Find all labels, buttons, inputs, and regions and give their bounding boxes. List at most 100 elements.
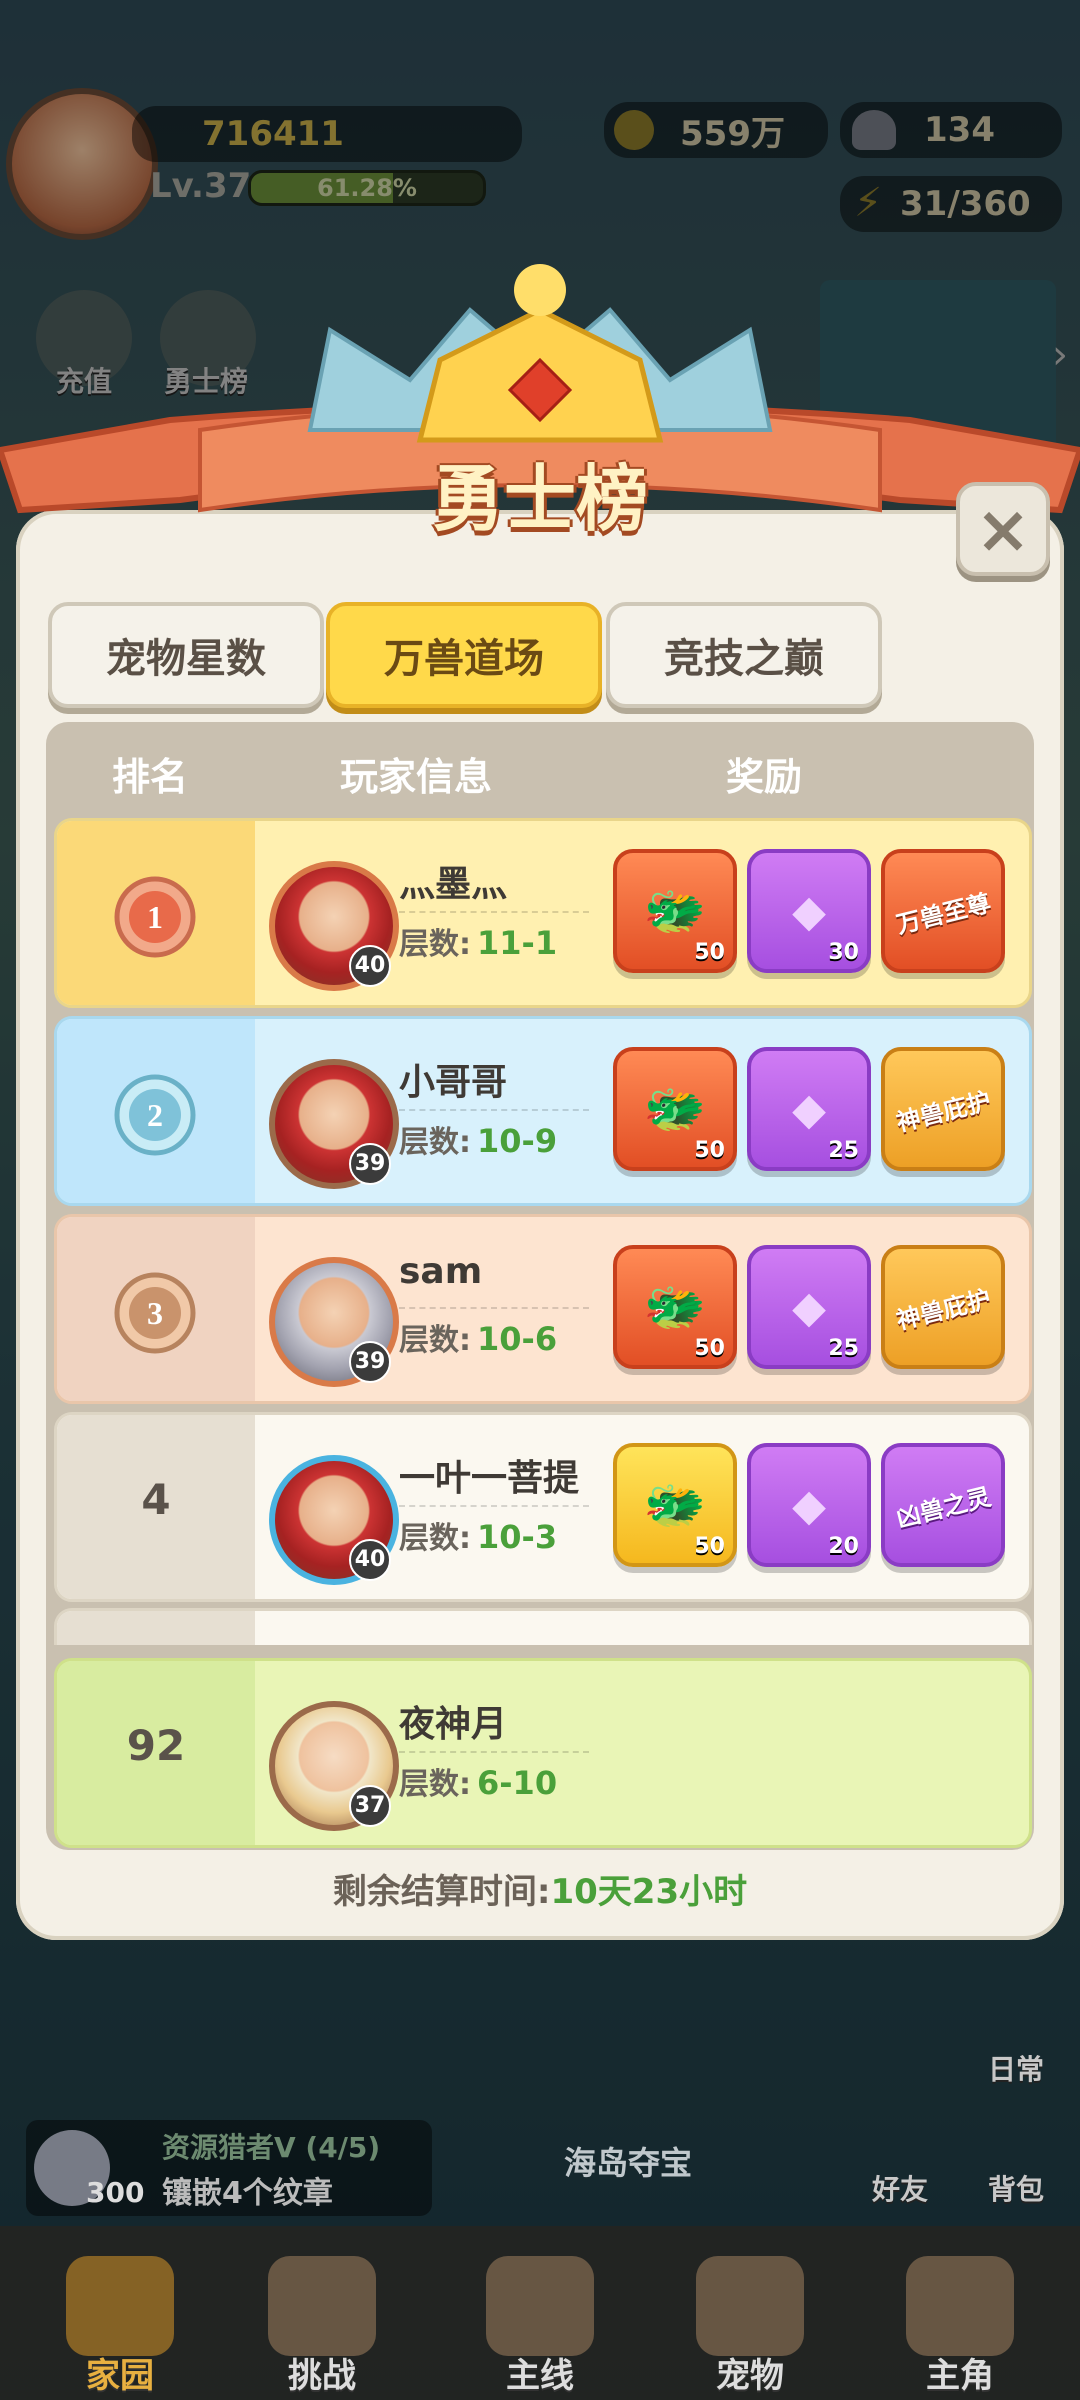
island-treasure-label[interactable]: 海岛夺宝 <box>564 2138 692 2184</box>
beast-tile-icon: ◆ <box>792 1083 826 1135</box>
close-icon: × <box>975 490 1031 568</box>
player-name: 小哥哥 <box>399 1062 508 1103</box>
floor-info: 层数: 6-10 <box>399 1759 557 1803</box>
close-button[interactable]: × <box>956 482 1050 576</box>
divider <box>399 1751 589 1753</box>
gold-medal-icon: 1 <box>114 876 196 958</box>
player-name: sam <box>399 1251 483 1292</box>
nav-home[interactable]: 家园 <box>50 2256 190 2396</box>
list-header: 排名 玩家信息 奖励 <box>46 730 1034 812</box>
player-level: 40 <box>349 945 391 987</box>
nav-label: 主线 <box>506 2356 574 2396</box>
reward-count: 50 <box>694 940 725 965</box>
home-icon <box>66 2256 174 2356</box>
hero-icon <box>906 2256 1014 2356</box>
reward-title-banner[interactable]: 神兽庇护 <box>881 1245 1005 1369</box>
table-row[interactable]: 2 39 小哥哥 层数: 10-9 🐲 50 ◆ 25 神兽庇护 <box>54 1016 1032 1206</box>
table-row[interactable]: 1 40 灬墨灬 层数: 11-1 🐲 50 ◆ 30 万兽至尊 <box>54 818 1032 1008</box>
backpack-button[interactable]: 背包 <box>988 2168 1044 2208</box>
challenge-icon <box>268 2256 376 2356</box>
reward-count: 25 <box>828 1138 859 1163</box>
reward-purple-tile[interactable]: ◆ 25 <box>747 1047 871 1171</box>
task-title: 资源猎者V (4/5) <box>162 2131 381 2164</box>
pet-icon <box>696 2256 804 2356</box>
beast-head-icon: 🐲 <box>643 1079 707 1138</box>
reward-purple-tile[interactable]: ◆ 30 <box>747 849 871 973</box>
self-rank-row[interactable]: 92 37 夜神月 层数: 6-10 <box>54 1658 1032 1848</box>
player-level: 37 <box>349 1785 391 1827</box>
reward-count: 50 <box>694 1336 725 1361</box>
player-level: 40 <box>349 1539 391 1581</box>
floor-label: 层数: <box>399 927 471 962</box>
daily-button[interactable]: 日常 <box>988 2048 1044 2088</box>
floor-label: 层数: <box>399 1323 471 1358</box>
reward-purple-tile[interactable]: ◆ 25 <box>747 1245 871 1369</box>
rank-cell: 1 <box>57 821 255 1005</box>
settlement-value: 10天23小时 <box>550 1872 748 1912</box>
reward-red-beast[interactable]: 🐲 50 <box>613 849 737 973</box>
friends-button[interactable]: 好友 <box>872 2168 928 2208</box>
rank-number: 92 <box>126 1721 186 1770</box>
header-rank: 排名 <box>112 755 189 799</box>
reward-title-banner[interactable]: 万兽至尊 <box>881 849 1005 973</box>
beast-tile-icon: ◆ <box>792 1479 826 1531</box>
rank-cell: 3 <box>57 1217 255 1401</box>
nav-label: 家园 <box>86 2356 154 2396</box>
floor-value: 11-1 <box>477 924 558 962</box>
reward-count: 50 <box>694 1534 725 1559</box>
task-tracker[interactable]: 300 资源猎者V (4/5) 镶嵌4个纹章 <box>26 2120 432 2216</box>
floor-info: 层数: 10-3 <box>399 1513 557 1557</box>
title-banner-text: 凶兽之灵 <box>893 1482 994 1533</box>
reward-count: 30 <box>828 940 859 965</box>
beast-tile-icon: ◆ <box>792 885 826 937</box>
medal-number: 2 <box>147 1097 163 1133</box>
medal-number: 3 <box>147 1295 163 1331</box>
beast-head-icon: 🐲 <box>643 1277 707 1336</box>
floor-label: 层数: <box>399 1125 471 1160</box>
floor-value: 6-10 <box>477 1764 558 1802</box>
player-level: 39 <box>349 1143 391 1185</box>
divider <box>399 1109 589 1111</box>
nav-main-quest[interactable]: 主线 <box>470 2256 610 2396</box>
header-player: 玩家信息 <box>340 755 493 799</box>
beast-head-icon: 🐲 <box>643 881 707 940</box>
reward-title-banner[interactable]: 凶兽之灵 <box>881 1443 1005 1567</box>
settlement-timer: 剩余结算时间:10天23小时 <box>0 1864 1080 1913</box>
header-reward: 奖励 <box>726 755 803 799</box>
floor-value: 10-6 <box>477 1320 558 1358</box>
rank-cell: 2 <box>57 1019 255 1203</box>
table-row[interactable]: 4 40 一叶一菩提 层数: 10-3 🐲 50 ◆ 20 凶兽之灵 <box>54 1412 1032 1602</box>
quest-icon <box>486 2256 594 2356</box>
tab-arena-peak[interactable]: 竞技之巅 <box>606 602 882 708</box>
beast-tile-icon: ◆ <box>792 1281 826 1333</box>
player-name: 灬墨灬 <box>399 864 508 905</box>
nav-pets[interactable]: 宠物 <box>680 2256 820 2396</box>
settlement-label: 剩余结算时间: <box>332 1872 551 1912</box>
title-banner-text: 神兽庇护 <box>893 1284 994 1335</box>
panel-title: 勇士榜 <box>431 457 648 541</box>
floor-info: 层数: 10-6 <box>399 1315 557 1359</box>
rank-cell: 4 <box>57 1415 255 1599</box>
silver-medal-icon: 2 <box>114 1074 196 1156</box>
floor-value: 10-9 <box>477 1122 558 1160</box>
reward-yellow-beast[interactable]: 🐲 50 <box>613 1443 737 1567</box>
table-row[interactable] <box>54 1608 1032 1645</box>
nav-label: 宠物 <box>716 2356 784 2396</box>
tab-beast-dojo[interactable]: 万兽道场 <box>326 602 602 708</box>
reward-purple-tile[interactable]: ◆ 20 <box>747 1443 871 1567</box>
reward-title-banner[interactable]: 神兽庇护 <box>881 1047 1005 1171</box>
nav-hero[interactable]: 主角 <box>890 2256 1030 2396</box>
nav-label: 主角 <box>926 2356 994 2396</box>
reward-red-beast[interactable]: 🐲 50 <box>613 1047 737 1171</box>
divider <box>399 911 589 913</box>
reward-red-beast[interactable]: 🐲 50 <box>613 1245 737 1369</box>
table-row[interactable]: 3 39 sam 层数: 10-6 🐲 50 ◆ 25 神兽庇护 <box>54 1214 1032 1404</box>
nav-challenge[interactable]: 挑战 <box>252 2256 392 2396</box>
floor-info: 层数: 10-9 <box>399 1117 557 1161</box>
rank-cell: 92 <box>57 1661 255 1845</box>
bronze-medal-icon: 3 <box>114 1272 196 1354</box>
reward-count: 50 <box>694 1138 725 1163</box>
floor-label: 层数: <box>399 1521 471 1556</box>
tab-pet-stars[interactable]: 宠物星数 <box>48 602 324 708</box>
rank-number: 4 <box>141 1475 171 1524</box>
